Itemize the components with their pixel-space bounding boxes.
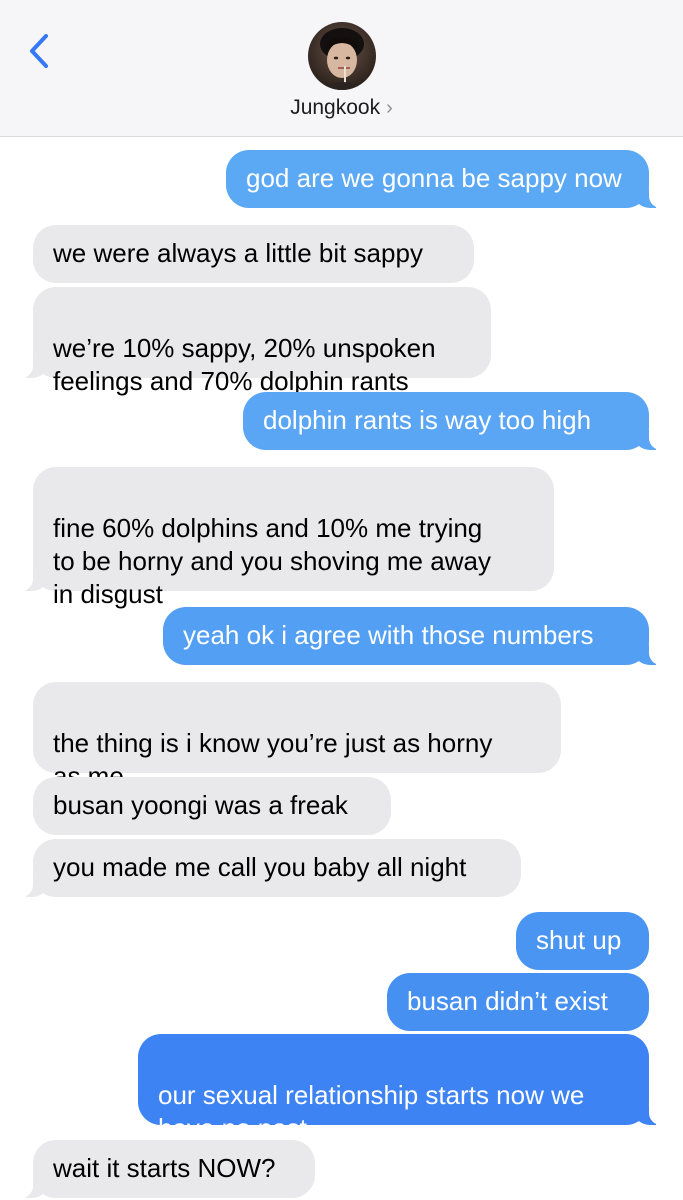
message-bubble-sent[interactable]: busan didn’t exist <box>387 973 649 1031</box>
message-bubble-sent[interactable]: god are we gonna be sappy now <box>226 150 669 208</box>
message-bubble-sent[interactable]: dolphin rants is way too high <box>243 392 669 450</box>
message-list[interactable]: god are we gonna be sappy now we were al… <box>0 137 683 1200</box>
message-text: busan yoongi was a freak <box>53 790 348 820</box>
message-text: busan didn’t exist <box>407 986 608 1016</box>
imessage-conversation: Jungkook › god are we gonna be sappy now … <box>0 0 683 1200</box>
message-bubble-received[interactable]: the thing is i know you’re just as horny… <box>33 682 561 791</box>
message-text: our sexual relationship starts now we ha… <box>158 1080 585 1143</box>
chevron-left-icon <box>30 34 48 68</box>
message-text: wait it starts NOW? <box>53 1153 276 1183</box>
avatar[interactable] <box>308 22 376 90</box>
message-text: we’re 10% sappy, 20% unspoken feelings a… <box>53 333 436 396</box>
message-text: we were always a little bit sappy <box>53 238 423 268</box>
message-bubble-received[interactable]: we were always a little bit sappy <box>33 225 474 283</box>
avatar-photo <box>308 22 376 90</box>
contact-name: Jungkook <box>290 96 381 119</box>
chevron-right-icon: › <box>386 97 393 119</box>
message-bubble-sent[interactable]: our sexual relationship starts now we ha… <box>138 1034 669 1143</box>
message-bubble-sent[interactable]: shut up <box>516 912 649 970</box>
message-bubble-received[interactable]: you made me call you baby all night <box>13 839 521 897</box>
contact-name-button[interactable]: Jungkook › <box>0 96 683 120</box>
message-text: fine 60% dolphins and 10% me trying to b… <box>53 513 491 609</box>
conversation-header: Jungkook › <box>0 0 683 137</box>
message-text: god are we gonna be sappy now <box>246 163 622 193</box>
back-button[interactable] <box>22 30 62 74</box>
message-bubble-received[interactable]: fine 60% dolphins and 10% me trying to b… <box>13 467 554 609</box>
message-text: shut up <box>536 925 622 955</box>
message-text: yeah ok i agree with those numbers <box>183 620 594 650</box>
message-bubble-sent[interactable]: yeah ok i agree with those numbers <box>163 607 669 665</box>
message-bubble-received[interactable]: we’re 10% sappy, 20% unspoken feelings a… <box>13 287 491 396</box>
message-bubble-received[interactable]: wait it starts NOW? <box>13 1140 315 1198</box>
message-text: dolphin rants is way too high <box>263 405 592 435</box>
message-text: you made me call you baby all night <box>53 852 467 882</box>
message-bubble-received[interactable]: busan yoongi was a freak <box>33 777 391 835</box>
